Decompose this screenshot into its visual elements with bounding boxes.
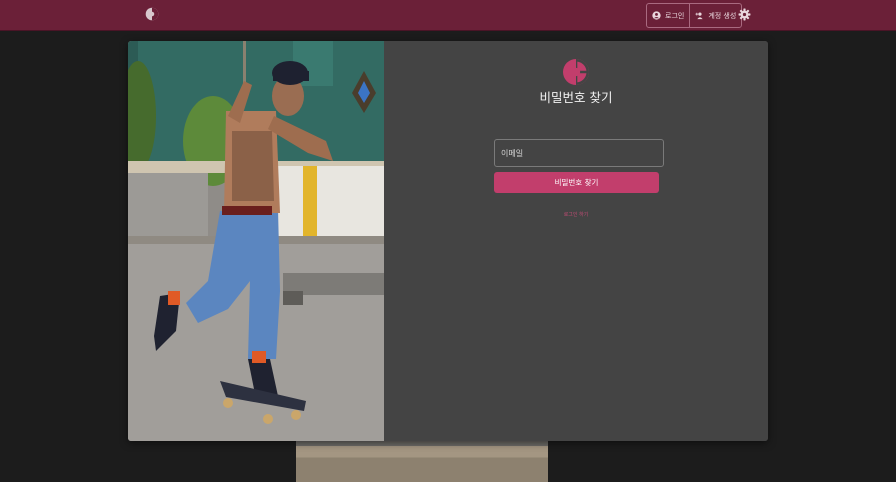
user-circle-icon [652,11,661,20]
gear-icon[interactable] [738,8,751,21]
auth-button-group: 로그인 계정 생성 [646,3,743,28]
skateboarder-photo [128,41,384,441]
page-title: 비밀번호 찾기 [539,90,613,105]
background-photo-strip [296,441,548,482]
password-reset-card: 비밀번호 찾기 비밀번호 찾기 로그인 하기 [128,41,768,441]
signup-button[interactable]: 계정 생성 [689,4,741,27]
back-to-login-link[interactable]: 로그인 하기 [384,211,768,218]
add-user-icon [695,12,703,20]
brand-logo-icon [563,59,589,85]
top-bar: 로그인 계정 생성 [0,0,896,31]
find-password-button[interactable]: 비밀번호 찾기 [494,172,659,193]
email-input[interactable] [494,139,664,167]
signup-label: 계정 생성 [708,11,737,20]
form-panel: 비밀번호 찾기 비밀번호 찾기 로그인 하기 [384,41,768,441]
brand-logo-icon[interactable] [145,7,159,21]
login-button[interactable]: 로그인 [647,4,689,27]
find-password-label: 비밀번호 찾기 [554,178,599,187]
login-label: 로그인 [665,11,685,20]
